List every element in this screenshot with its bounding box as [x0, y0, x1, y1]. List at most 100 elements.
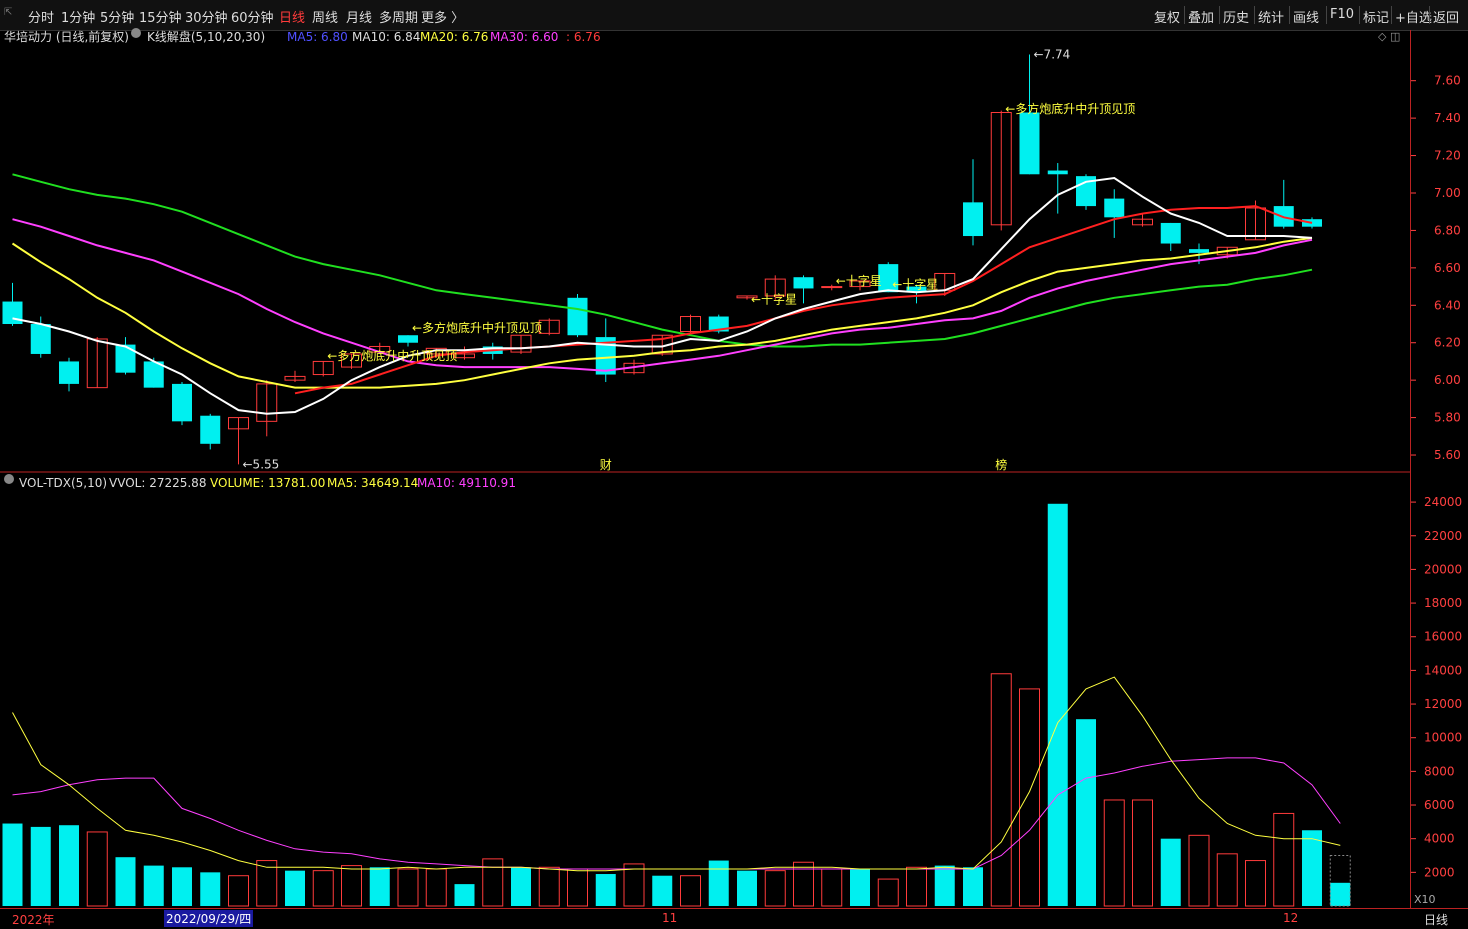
tab-period-3[interactable]: 15分钟 [139, 7, 182, 26]
tab-period-10[interactable]: 更多 〉 [421, 7, 464, 26]
volume-bar-down [1302, 830, 1322, 906]
tool-button-4[interactable]: 画线 [1293, 7, 1319, 26]
candle-up-body [990, 112, 1012, 226]
price-tick-label: 6.40 [1434, 298, 1461, 312]
candle-up-body [764, 278, 786, 297]
vol-indicator-name[interactable]: VOL-TDX(5,10) [19, 474, 107, 492]
tab-period-9[interactable]: 多周期 [379, 7, 418, 26]
volume-bar-down [30, 826, 51, 906]
kline-chart[interactable]: 5.60 5.80 6.00 6.20 6.40 6.60 6.80 7.00 7.20 7.40… [0, 0, 1468, 928]
volume-bar-down [708, 860, 729, 906]
price-tick-label: 6.80 [1434, 223, 1461, 237]
volume-bar-up [680, 875, 701, 907]
ma30-value: MA30: 6.60 [490, 30, 559, 44]
candle-down-body [59, 361, 79, 384]
indicator-name[interactable]: K线解盘(5,10,20,30) [147, 28, 265, 46]
top-toolbar: ⇱ 分时 1分钟 5分钟 15分钟 30分钟 60分钟 日线 周线 月线 多周期 更多 〉 复权 叠加… [0, 0, 1468, 31]
event-marker: 榜 [995, 457, 1007, 472]
candle-up-body [623, 362, 645, 374]
volume-bar-current [1330, 882, 1351, 906]
volume-bar-down [369, 867, 390, 906]
candle-down-body [1076, 176, 1096, 207]
volume-tick-label: 10000 [1424, 731, 1462, 745]
tool-separator [1219, 6, 1220, 24]
price-tick-label: 7.40 [1434, 111, 1461, 125]
price-tick-label: 5.60 [1434, 448, 1461, 462]
candle-down-body [1273, 206, 1294, 227]
price-tick-label: 7.00 [1434, 186, 1461, 200]
tab-period-8[interactable]: 月线 [346, 7, 372, 26]
candle-down-body [878, 264, 899, 293]
candle-up-body [1216, 246, 1238, 256]
volume-bar-up [256, 860, 278, 907]
ma5-line [12, 176, 1313, 415]
tab-period-0[interactable]: 分时 [28, 7, 54, 26]
candle-up-body [849, 280, 871, 288]
pattern-annotation: ←多方炮底升中升顶见顶 [1005, 101, 1135, 116]
candle-down-body [567, 297, 588, 336]
volume-bar-projection [1329, 855, 1351, 907]
ma20-value: MA20: 6.76 [420, 30, 489, 44]
volume-tick-label: 22000 [1424, 529, 1462, 543]
pattern-annotation: ←5.55 [243, 457, 280, 471]
tool-button-0[interactable]: 复权 [1154, 7, 1180, 26]
tool-separator [1391, 6, 1392, 24]
tool-button-2[interactable]: 历史 [1223, 7, 1249, 26]
price-tick-label: 6.60 [1434, 261, 1461, 275]
volume-bar-down [200, 872, 221, 906]
last-value: : 6.76 [566, 30, 601, 44]
tab-period-6[interactable]: 日线 [279, 7, 305, 26]
volume-ma5-line [12, 676, 1341, 872]
period-indicator[interactable]: 日线 [1424, 911, 1448, 928]
panel-corner-buttons[interactable]: ◇ ◫ [1378, 30, 1400, 43]
ma20-line [11, 236, 1313, 389]
volume-bar-up [906, 866, 927, 907]
volume-bar-down [285, 870, 305, 906]
vvol-value: VVOL: 27225.88 [109, 476, 207, 490]
x-label-year: 2022年 [12, 913, 55, 927]
volume-bar-up [1216, 853, 1238, 907]
collapse-arrow-icon[interactable]: ⇱ [4, 7, 12, 18]
tool-button-5[interactable]: F10 [1330, 7, 1354, 22]
volume-bar-up [623, 863, 645, 907]
tool-button-1[interactable]: 叠加 [1188, 7, 1214, 26]
candle-down-body [482, 346, 503, 354]
candle-down-body [172, 383, 192, 422]
volume-bar-down [1047, 503, 1068, 906]
candle-up-body [680, 316, 701, 332]
candle-down-body [906, 286, 927, 293]
tool-button-8[interactable]: 返回 [1433, 7, 1459, 26]
tab-period-7[interactable]: 周线 [312, 7, 338, 26]
tool-button-6[interactable]: 标记 [1363, 7, 1389, 26]
tool-separator [1254, 6, 1255, 24]
volume-bar-up [1019, 688, 1040, 907]
candle-up-body [538, 319, 560, 334]
tool-button-3[interactable]: 统计 [1258, 7, 1284, 26]
candle-down-body [595, 337, 616, 375]
event-marker: 财 [600, 458, 612, 472]
candle-down-body [30, 324, 51, 354]
volume-tick-label: 12000 [1424, 697, 1462, 711]
x-axis-bar: 2022年 2022/09/29/四 11 12 日线 [0, 908, 1468, 929]
candle-down-body [200, 415, 221, 444]
volume-bar-up [990, 673, 1012, 907]
volume-bar-up [1103, 799, 1125, 907]
x-label-dec: 12 [1283, 911, 1299, 925]
volume-bar-up [821, 868, 843, 907]
tool-button-7[interactable]: +自选 [1395, 7, 1432, 26]
pattern-annotation: ←十字星 [836, 273, 882, 288]
ma30-line [12, 218, 1313, 372]
pattern-annotation: ←十字星 [751, 292, 797, 307]
tab-period-4[interactable]: 30分钟 [185, 7, 228, 26]
vol-ma10-value: MA10: 49110.91 [417, 476, 516, 490]
tab-period-2[interactable]: 5分钟 [100, 7, 134, 26]
candle-down-body [963, 202, 983, 237]
stock-title: 华培动力 (日线,前复权) [4, 30, 129, 44]
tab-period-5[interactable]: 60分钟 [231, 7, 274, 26]
volume-bar-up [228, 875, 249, 907]
pattern-annotation: ←多方炮底升中升顶见顶 [327, 348, 457, 363]
tab-period-1[interactable]: 1分钟 [61, 7, 95, 26]
price-tick-label: 6.00 [1434, 373, 1461, 387]
volume-bar-down [1160, 838, 1181, 906]
volume-tick-label: 4000 [1424, 832, 1455, 846]
